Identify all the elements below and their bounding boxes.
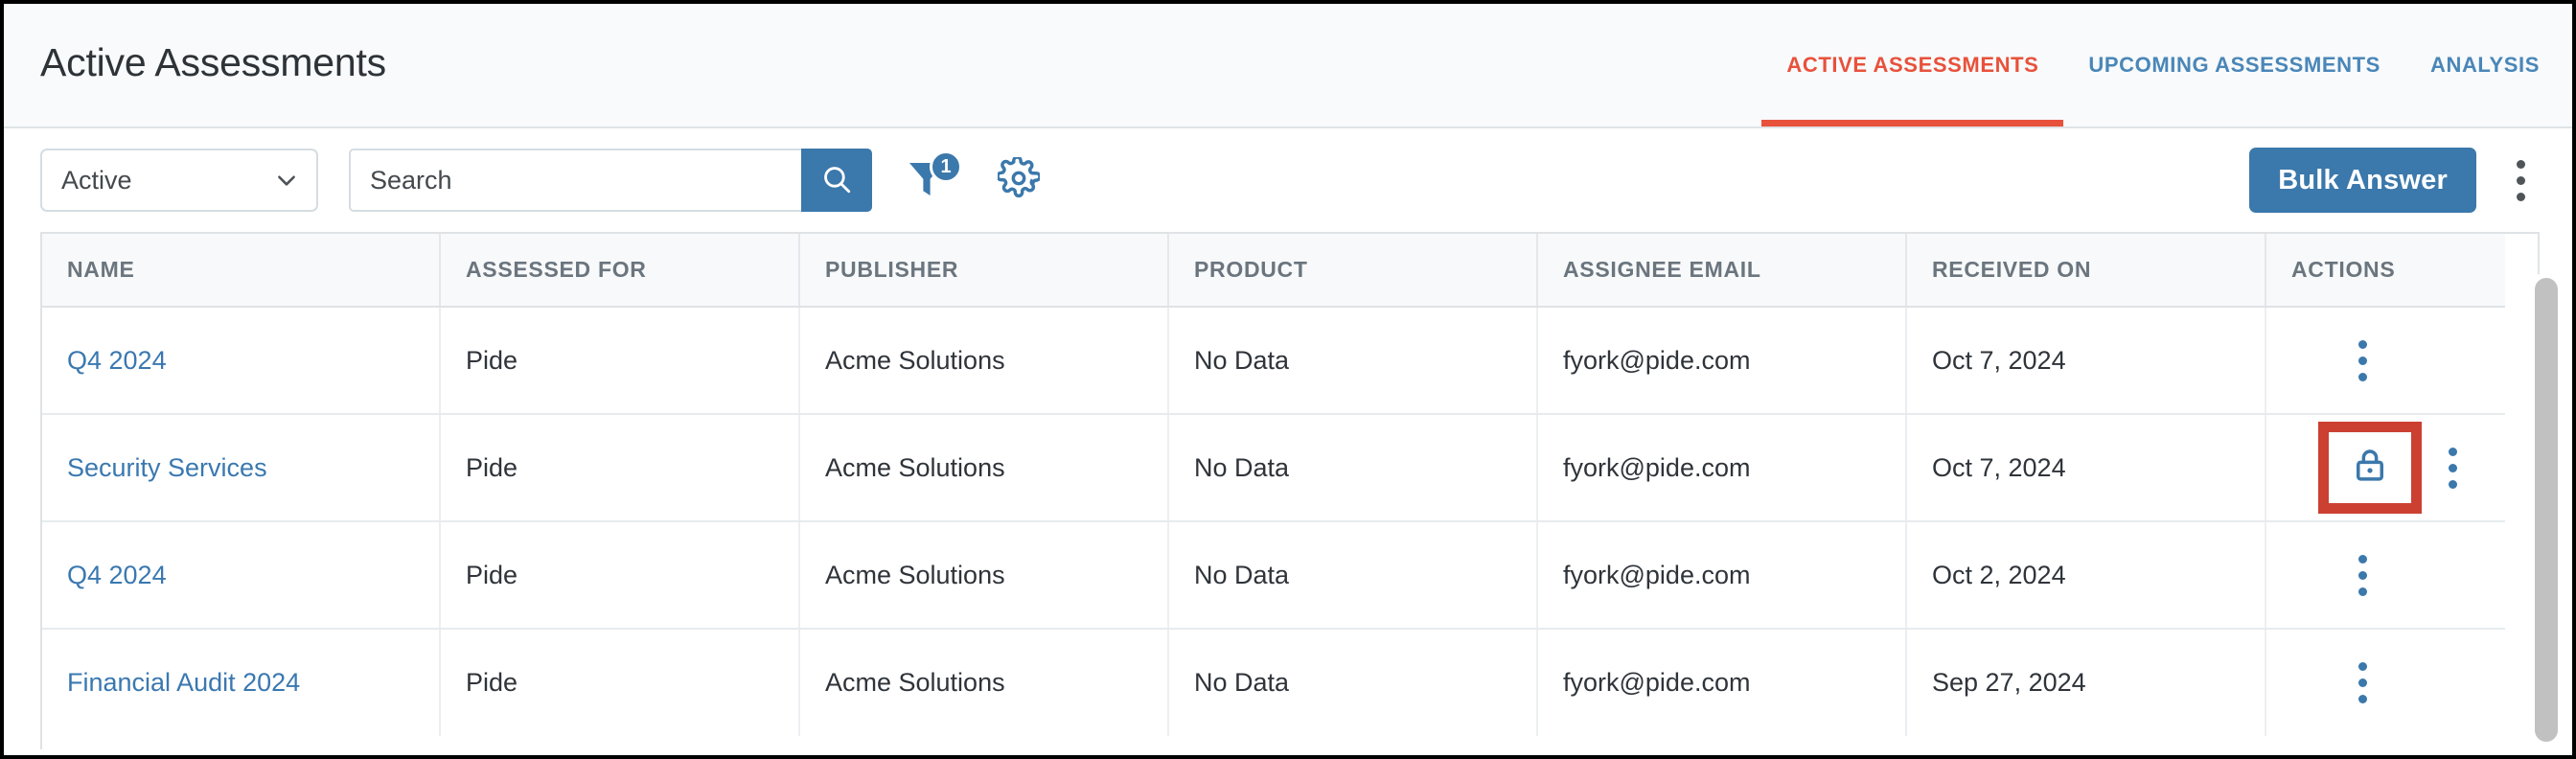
status-filter-select[interactable]: Active (40, 149, 318, 212)
column-header-assessed-for[interactable]: ASSESSED FOR (440, 234, 800, 308)
row-actions-menu-icon[interactable] (2343, 549, 2381, 601)
assessment-name-link[interactable]: Q4 2024 (67, 561, 167, 589)
kebab-dot (2358, 586, 2367, 596)
cell-assessed-for: Pide (440, 629, 800, 736)
toolbar-right: Bulk Answer (2249, 148, 2540, 213)
row-actions-menu-icon[interactable] (2433, 442, 2472, 494)
cell-product: No Data (1168, 521, 1538, 630)
assessments-table: NAME ASSESSED FOR PUBLISHER PRODUCT ASSI… (42, 234, 2505, 736)
search-group (349, 149, 872, 212)
cell-received-on: Oct 7, 2024 (1906, 307, 2266, 415)
tab-active-assessments[interactable]: ACTIVE ASSESSMENTS (1761, 4, 2064, 126)
column-header-received-on[interactable]: RECEIVED ON (1906, 234, 2266, 308)
cell-assignee-email: fyork@pide.com (1537, 629, 1907, 736)
lock-icon (2350, 445, 2390, 492)
cell-actions (2266, 307, 2505, 415)
scrollbar-thumb[interactable] (2535, 278, 2558, 742)
table-row: Q4 2024 Pide Acme Solutions No Data fyor… (42, 307, 2505, 415)
assessment-name-link[interactable]: Q4 2024 (67, 346, 167, 375)
chevron-down-icon (274, 168, 299, 193)
cell-name: Financial Audit 2024 (42, 629, 441, 736)
kebab-dot (2448, 447, 2457, 456)
assessments-table-container: NAME ASSESSED FOR PUBLISHER PRODUCT ASSI… (40, 232, 2540, 749)
cell-assignee-email: fyork@pide.com (1537, 414, 1907, 522)
cell-received-on: Oct 7, 2024 (1906, 414, 2266, 522)
settings-button[interactable] (993, 152, 1045, 208)
cell-actions (2266, 629, 2505, 736)
tab-label: UPCOMING ASSESSMENTS (2088, 53, 2380, 77)
toolbar: Active Search 1 Bulk Answer (4, 128, 2572, 232)
table-head: NAME ASSESSED FOR PUBLISHER PRODUCT ASSI… (42, 234, 2505, 308)
assessment-name-link[interactable]: Security Services (67, 453, 267, 482)
search-button[interactable] (801, 149, 872, 212)
cell-assignee-email: fyork@pide.com (1537, 521, 1907, 630)
assessment-name-link[interactable]: Financial Audit 2024 (67, 668, 300, 697)
row-actions-menu-icon[interactable] (2343, 334, 2381, 386)
cell-assessed-for: Pide (440, 414, 800, 522)
cell-actions (2266, 414, 2505, 522)
cell-product: No Data (1168, 414, 1538, 522)
kebab-dot (2516, 192, 2525, 201)
cell-assessed-for: Pide (440, 307, 800, 415)
kebab-dot (2358, 554, 2367, 564)
page-header: Active Assessments ACTIVE ASSESSMENTS UP… (4, 4, 2572, 128)
kebab-dot (2358, 662, 2367, 671)
filter-badge: 1 (930, 150, 962, 183)
cell-product: No Data (1168, 629, 1538, 736)
status-filter-value: Active (61, 165, 132, 195)
kebab-dot (2358, 695, 2367, 703)
cell-product: No Data (1168, 307, 1538, 415)
kebab-dot (2358, 356, 2367, 365)
cell-assignee-email: fyork@pide.com (1537, 307, 1907, 415)
table-vertical-scrollbar[interactable] (2530, 274, 2563, 751)
kebab-dot (2448, 479, 2457, 489)
cell-name: Q4 2024 (42, 521, 441, 630)
column-header-actions: ACTIONS (2266, 234, 2505, 308)
cell-actions (2266, 521, 2505, 630)
gear-icon (996, 154, 1042, 204)
cell-name: Q4 2024 (42, 307, 441, 415)
column-header-name[interactable]: NAME (42, 234, 441, 308)
row-actions-menu-icon[interactable] (2343, 657, 2381, 709)
table-row: Financial Audit 2024 Pide Acme Solutions… (42, 629, 2505, 736)
kebab-dot (2516, 159, 2525, 169)
cell-publisher: Acme Solutions (799, 307, 1169, 415)
table-header-row: NAME ASSESSED FOR PUBLISHER PRODUCT ASSI… (42, 234, 2505, 308)
kebab-dot (2448, 463, 2457, 472)
search-icon (820, 163, 853, 198)
tab-label: ACTIVE ASSESSMENTS (1786, 53, 2039, 77)
table-body: Q4 2024 Pide Acme Solutions No Data fyor… (42, 307, 2505, 736)
cell-received-on: Oct 2, 2024 (1906, 521, 2266, 630)
table-row: Q4 2024 Pide Acme Solutions No Data fyor… (42, 521, 2505, 630)
kebab-dot (2358, 570, 2367, 580)
tab-analysis[interactable]: ANALYSIS (2405, 4, 2540, 126)
kebab-dot (2516, 175, 2525, 185)
cell-name: Security Services (42, 414, 441, 522)
tab-upcoming-assessments[interactable]: UPCOMING ASSESSMENTS (2063, 4, 2405, 126)
filter-button[interactable]: 1 (901, 150, 962, 208)
cell-publisher: Acme Solutions (799, 629, 1169, 736)
tab-label: ANALYSIS (2429, 53, 2540, 77)
column-header-assignee-email[interactable]: ASSIGNEE EMAIL (1537, 234, 1907, 308)
toolbar-overflow-menu-icon[interactable] (2501, 154, 2540, 206)
kebab-dot (2358, 372, 2367, 381)
cell-publisher: Acme Solutions (799, 414, 1169, 522)
kebab-dot (2358, 678, 2367, 687)
cell-assessed-for: Pide (440, 521, 800, 630)
table-row: Security Services Pide Acme Solutions No… (42, 414, 2505, 522)
column-header-product[interactable]: PRODUCT (1168, 234, 1538, 308)
kebab-dot (2358, 339, 2367, 349)
header-tabs: ACTIVE ASSESSMENTS UPCOMING ASSESSMENTS … (1761, 4, 2540, 126)
cell-publisher: Acme Solutions (799, 521, 1169, 630)
active-assessments-page: Active Assessments ACTIVE ASSESSMENTS UP… (0, 0, 2576, 759)
cell-received-on: Sep 27, 2024 (1906, 629, 2266, 736)
search-input[interactable] (349, 149, 801, 212)
page-title: Active Assessments (40, 39, 386, 84)
column-header-publisher[interactable]: PUBLISHER (799, 234, 1169, 308)
lock-button-highlight[interactable] (2318, 422, 2422, 514)
bulk-answer-button[interactable]: Bulk Answer (2249, 148, 2476, 213)
